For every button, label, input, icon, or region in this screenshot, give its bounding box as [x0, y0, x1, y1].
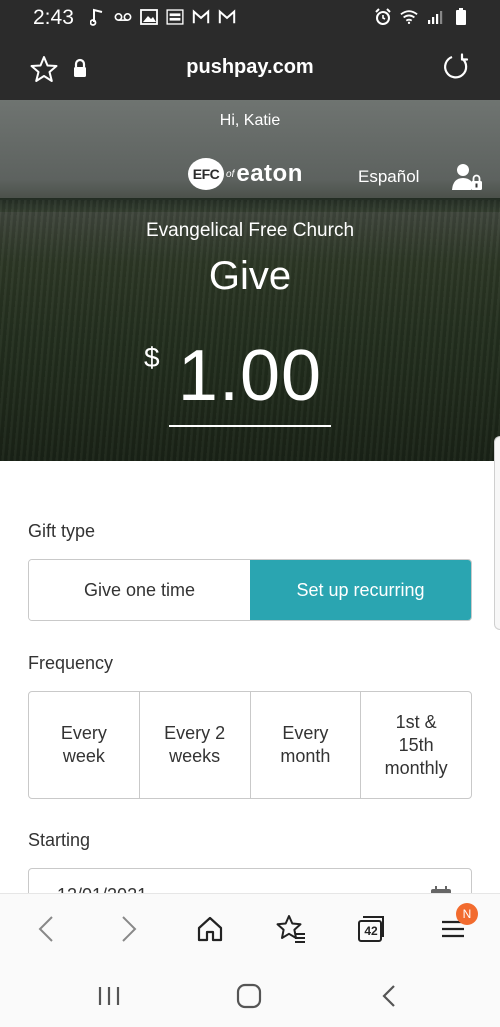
- logo-badge: EFC: [188, 158, 224, 190]
- frequency-every-week[interactable]: Every week: [29, 692, 140, 798]
- amount-input[interactable]: 1.00: [170, 335, 330, 417]
- battery-icon: [452, 8, 470, 26]
- user-lock-icon[interactable]: [452, 162, 484, 192]
- gmail-icon: [218, 8, 236, 26]
- system-icons: [374, 8, 470, 26]
- page-title: Give: [208, 254, 292, 298]
- notification-icons: [88, 8, 236, 26]
- tab-count: 42: [364, 923, 378, 938]
- url-text[interactable]: pushpay.com: [0, 56, 500, 79]
- image-icon: [140, 8, 158, 26]
- church-logo: EFC of eaton: [188, 158, 303, 190]
- frequency-options: Every week Every 2 weeks Every month 1st…: [28, 691, 472, 799]
- give-one-time-button[interactable]: Give one time: [29, 560, 250, 620]
- gmail-icon: [192, 8, 210, 26]
- set-up-recurring-button[interactable]: Set up recurring: [250, 560, 471, 620]
- language-link[interactable]: Español: [358, 167, 419, 187]
- android-navigation-bar: [0, 963, 500, 1027]
- greeting-text: Hi, Katie: [219, 112, 281, 129]
- bookmarks-icon[interactable]: [274, 912, 308, 946]
- voicemail-icon: [114, 8, 132, 26]
- home-button-icon[interactable]: [234, 981, 264, 1011]
- hero-banner: Hi, Katie EFC of eaton Español Evangelic…: [0, 100, 500, 461]
- recent-apps-icon[interactable]: [94, 981, 124, 1011]
- reload-icon[interactable]: [442, 53, 470, 81]
- starting-label: Starting: [28, 830, 91, 850]
- signal-icon: [426, 8, 444, 26]
- music-note-icon: [88, 8, 106, 26]
- logo-name: eaton: [236, 160, 303, 187]
- church-name: Evangelical Free Church: [145, 220, 355, 241]
- forward-icon[interactable]: [112, 912, 146, 946]
- scroll-handle[interactable]: [494, 436, 500, 630]
- frequency-label: Frequency: [28, 653, 114, 673]
- back-icon[interactable]: [29, 912, 63, 946]
- gift-type-toggle: Give one time Set up recurring: [28, 559, 472, 621]
- frequency-every-2-weeks[interactable]: Every 2 weeks: [140, 692, 251, 798]
- currency-symbol: $: [144, 342, 160, 373]
- frequency-every-month[interactable]: Every month: [251, 692, 362, 798]
- wifi-icon: [400, 8, 418, 26]
- menu-icon[interactable]: N: [436, 903, 478, 946]
- home-icon[interactable]: [193, 912, 227, 946]
- logo-of: of: [226, 168, 235, 180]
- system-back-icon[interactable]: [374, 981, 404, 1011]
- fox-news-icon: [166, 8, 184, 26]
- amount-underline: [169, 425, 331, 427]
- notification-badge: N: [456, 903, 478, 925]
- status-time: 2:43: [33, 6, 74, 29]
- tabs-icon[interactable]: 42: [354, 912, 388, 946]
- gift-type-label: Gift type: [28, 521, 96, 541]
- browser-address-bar: pushpay.com: [0, 36, 500, 100]
- alarm-icon: [374, 8, 392, 26]
- status-bar: 2:43: [0, 0, 500, 36]
- frequency-1st-15th-monthly[interactable]: 1st & 15th monthly: [361, 692, 471, 798]
- browser-toolbar: 42 N: [0, 893, 500, 963]
